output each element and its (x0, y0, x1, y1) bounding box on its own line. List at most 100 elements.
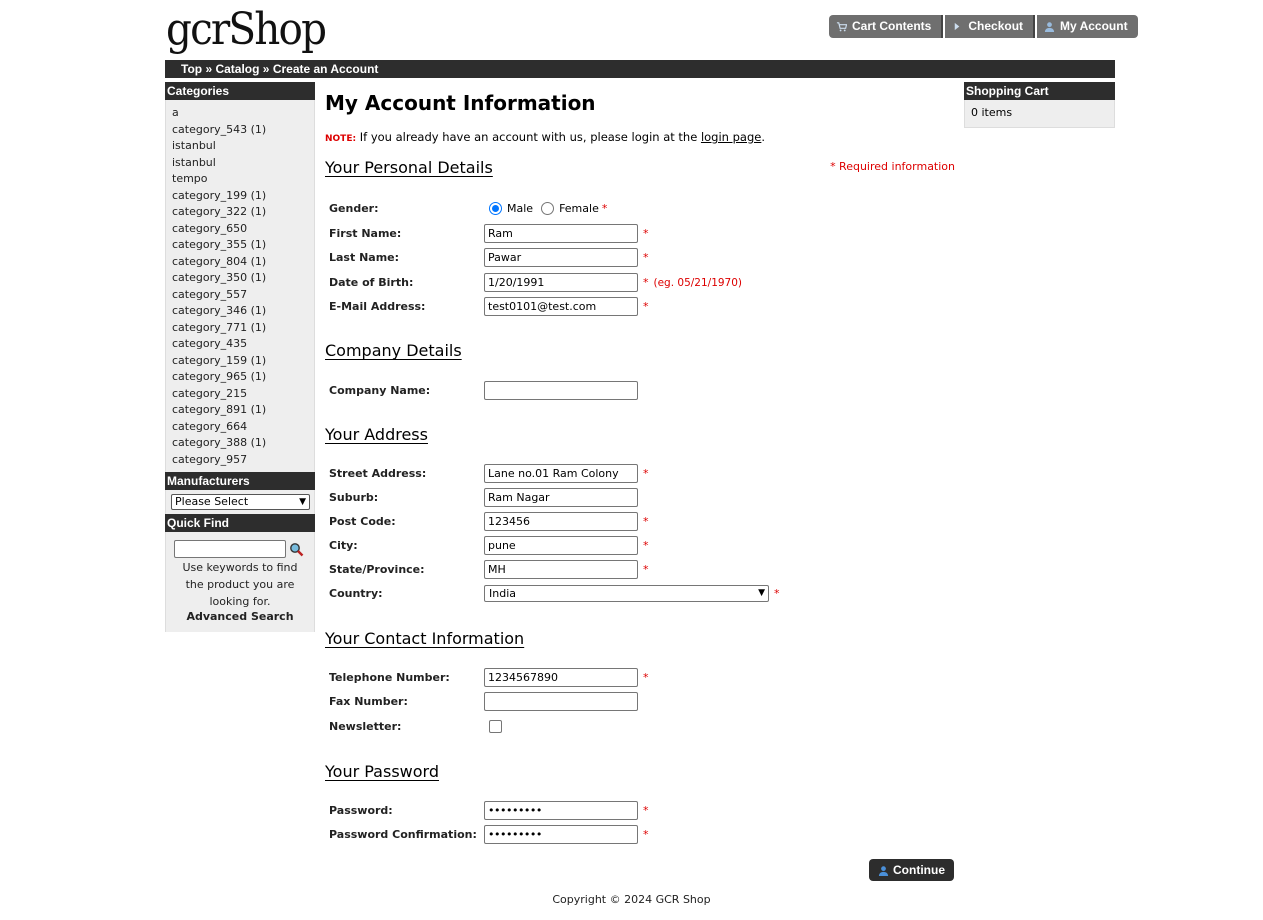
arrow-icon (955, 22, 960, 31)
category-link[interactable]: category_557 (172, 287, 314, 304)
category-link[interactable]: category_771 (1) (172, 320, 314, 337)
email-label: E-Mail Address: (329, 300, 426, 313)
section-contact-information: Your Contact Information (325, 629, 525, 648)
category-link[interactable]: category_891 (1) (172, 402, 314, 419)
gender-male-radio[interactable] (489, 202, 502, 215)
first-name-label: First Name: (329, 227, 402, 240)
checkout-button[interactable]: Checkout (945, 15, 1036, 38)
section-personal-details: Your Personal Details (325, 158, 493, 177)
gender-female-radio[interactable] (541, 202, 555, 215)
category-link[interactable]: category_346 (1) (172, 303, 314, 320)
categories-heading: Categories (165, 82, 315, 100)
search-icon[interactable] (289, 542, 304, 557)
state-field[interactable]: MH (484, 560, 638, 579)
state-row: State/Province: MH * (329, 560, 649, 579)
country-label: Country: (329, 587, 383, 600)
telephone-row: Telephone Number: 1234567890 * (329, 668, 649, 687)
country-selected: India (489, 587, 516, 600)
page-title: My Account Information (325, 91, 596, 115)
postcode-field[interactable]: 123456 (484, 512, 638, 531)
email-row: E-Mail Address: test0101@test.com * (329, 297, 649, 316)
city-field[interactable]: pune (484, 536, 638, 555)
category-link[interactable]: category_664 (172, 419, 314, 436)
continue-button[interactable]: Continue (869, 859, 954, 881)
password-confirm-field[interactable]: ••••••••• (484, 825, 638, 844)
category-link[interactable]: category_804 (1) (172, 254, 314, 271)
section-company-details: Company Details (325, 341, 462, 360)
category-link[interactable]: istanbul (172, 138, 314, 155)
header-nav: Cart Contents Checkout My Account (829, 15, 1138, 38)
newsletter-checkbox[interactable] (489, 720, 502, 733)
category-link[interactable]: a (172, 105, 314, 122)
manufacturers-select[interactable]: Please Select ▼ (171, 494, 310, 510)
category-link[interactable]: category_159 (1) (172, 353, 314, 370)
dob-field[interactable]: 1/20/1991 (484, 273, 638, 292)
category-link[interactable]: category_355 (1) (172, 237, 314, 254)
email-field[interactable]: test0101@test.com (484, 297, 638, 316)
category-link[interactable]: category_543 (1) (172, 122, 314, 139)
category-link[interactable]: category_199 (1) (172, 188, 314, 205)
category-link[interactable]: category_388 (1) (172, 435, 314, 452)
password-confirm-label: Password Confirmation: (329, 828, 477, 841)
required-mark: * (643, 251, 649, 264)
password-label: Password: (329, 804, 393, 817)
fax-label: Fax Number: (329, 695, 408, 708)
breadcrumb: Top » Catalog » Create an Account (165, 60, 1115, 78)
category-link[interactable]: istanbul (172, 155, 314, 172)
first-name-field[interactable]: Ram (484, 224, 638, 243)
manufacturers-box: Please Select ▼ (165, 490, 315, 514)
category-link[interactable]: category_965 (1) (172, 369, 314, 386)
fax-field[interactable] (484, 692, 638, 711)
category-link[interactable]: category_322 (1) (172, 204, 314, 221)
street-field[interactable]: Lane no.01 Ram Colony (484, 464, 638, 483)
category-link[interactable]: category_350 (1) (172, 270, 314, 287)
manufacturers-selected: Please Select (175, 495, 249, 508)
advanced-search-link[interactable]: Advanced Search (172, 610, 308, 623)
shopping-cart-heading[interactable]: Shopping Cart (964, 82, 1115, 100)
section-address: Your Address (325, 425, 428, 444)
quick-find-heading: Quick Find (165, 514, 315, 532)
shopping-cart-items: 0 items (964, 100, 1115, 128)
required-mark: * (643, 539, 649, 552)
cart-contents-label: Cart Contents (852, 19, 932, 33)
quick-find-input[interactable] (174, 540, 286, 558)
quick-find-help: Use keywords to find the product you are… (182, 561, 298, 608)
required-mark: * (601, 202, 608, 215)
city-row: City: pune * (329, 536, 649, 555)
category-link[interactable]: category_215 (172, 386, 314, 403)
my-account-button[interactable]: My Account (1037, 15, 1138, 38)
suburb-field[interactable]: Ram Nagar (484, 488, 638, 507)
category-link[interactable]: category_957 (172, 452, 314, 469)
cart-contents-button[interactable]: Cart Contents (829, 15, 944, 38)
breadcrumb-create-account[interactable]: Create an Account (273, 62, 379, 76)
company-field[interactable] (484, 381, 638, 400)
breadcrumb-catalog[interactable]: Catalog (215, 62, 259, 76)
required-info: * Required information (830, 160, 955, 173)
required-mark: * (643, 828, 649, 841)
last-name-field[interactable]: Pawar (484, 248, 638, 267)
newsletter-label: Newsletter: (329, 720, 402, 733)
city-label: City: (329, 539, 358, 552)
country-row: Country: India ▼ * (329, 584, 780, 603)
fax-row: Fax Number: (329, 692, 638, 711)
category-link[interactable]: category_650 (172, 221, 314, 238)
required-mark: * (643, 467, 649, 480)
login-page-link[interactable]: login page (701, 130, 761, 144)
first-name-row: First Name: Ram * (329, 224, 649, 243)
breadcrumb-separator: » (259, 62, 273, 76)
telephone-field[interactable]: 1234567890 (484, 668, 638, 687)
user-icon (878, 865, 889, 876)
suburb-label: Suburb: (329, 491, 379, 504)
site-logo[interactable]: gcrShop (166, 2, 327, 58)
page: gcrShop Cart Contents Checkout My Accoun… (0, 0, 1263, 920)
checkout-label: Checkout (968, 19, 1024, 33)
category-link[interactable]: tempo (172, 171, 314, 188)
gender-female-label: Female (559, 202, 599, 215)
newsletter-row: Newsletter: (329, 717, 502, 736)
category-link[interactable]: category_435 (172, 336, 314, 353)
breadcrumb-top[interactable]: Top (181, 62, 202, 76)
password-row: Password: ••••••••• * (329, 801, 649, 820)
password-field[interactable]: ••••••••• (484, 801, 638, 820)
country-select[interactable]: India ▼ (484, 585, 769, 602)
state-label: State/Province: (329, 563, 425, 576)
